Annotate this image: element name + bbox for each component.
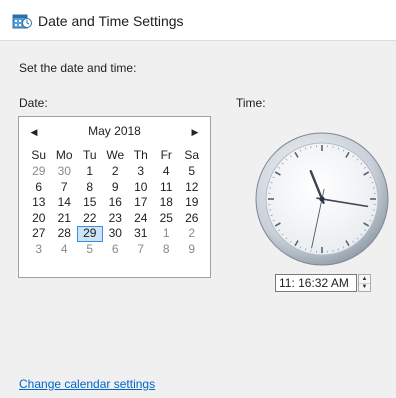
calendar-day[interactable]: 8	[154, 242, 180, 258]
calendar: ◀ May 2018 ▶ Su Mo Tu We Th Fr Sa 29 30 1 2…	[18, 116, 211, 278]
calendar-day[interactable]: 20	[26, 211, 52, 227]
calendar-day[interactable]: 8	[77, 180, 103, 196]
calendar-day-grid: 29 30 1 2 3 4 5 6 7 8 9 10 11 12 13 14 15 16 17 18 19 20 21 22 2…	[26, 164, 205, 257]
calendar-day[interactable]: 4	[154, 164, 180, 180]
calendar-day[interactable]: 6	[103, 242, 129, 258]
calendar-day[interactable]: 6	[26, 180, 52, 196]
calendar-day[interactable]: 9	[179, 242, 205, 258]
calendar-day[interactable]: 16	[103, 195, 129, 211]
calendar-day[interactable]: 30	[52, 164, 78, 180]
calendar-day[interactable]: 23	[103, 211, 129, 227]
date-label: Date:	[19, 96, 48, 110]
date-time-settings-icon	[12, 14, 32, 29]
calendar-day[interactable]: 26	[179, 211, 205, 227]
weekday-label: Su	[31, 148, 47, 162]
spin-down-icon[interactable]: ▼	[359, 283, 370, 291]
calendar-day[interactable]: 25	[154, 211, 180, 227]
window-title: Date and Time Settings	[38, 13, 184, 29]
calendar-header: ◀ May 2018 ▶	[19, 123, 210, 143]
calendar-week-row: 13 14 15 16 17 18 19	[26, 195, 205, 211]
weekday-label: Th	[133, 148, 148, 162]
weekday-label: We	[106, 148, 125, 162]
calendar-day[interactable]: 29	[26, 164, 52, 180]
calendar-week-row: 29 30 1 2 3 4 5	[26, 164, 205, 180]
weekday-label: Tu	[82, 148, 97, 162]
calendar-day-selected[interactable]: 29	[77, 226, 103, 242]
calendar-day[interactable]: 2	[103, 164, 129, 180]
calendar-day[interactable]: 18	[154, 195, 180, 211]
weekday-label: Fr	[160, 148, 172, 162]
calendar-day[interactable]: 1	[154, 226, 180, 242]
calendar-day[interactable]: 22	[77, 211, 103, 227]
set-date-time-prompt: Set the date and time:	[19, 61, 137, 75]
title-bar: Date and Time Settings	[0, 0, 396, 41]
calendar-day[interactable]: 15	[77, 195, 103, 211]
time-input[interactable]: 11: 16:32 AM	[275, 274, 357, 292]
analog-clock	[255, 132, 389, 266]
calendar-day[interactable]: 4	[52, 242, 78, 258]
calendar-day[interactable]: 11	[154, 180, 180, 196]
time-spinner: ▲ ▼	[358, 274, 371, 292]
calendar-day[interactable]: 28	[52, 226, 78, 242]
calendar-week-row: 20 21 22 23 24 25 26	[26, 211, 205, 227]
calendar-day[interactable]: 7	[128, 242, 154, 258]
calendar-day[interactable]: 5	[179, 164, 205, 180]
calendar-day[interactable]: 19	[179, 195, 205, 211]
calendar-day[interactable]: 7	[52, 180, 78, 196]
clock-center-pin	[319, 196, 325, 202]
calendar-day[interactable]: 14	[52, 195, 78, 211]
time-label: Time:	[236, 96, 266, 110]
weekday-label: Sa	[184, 148, 200, 162]
calendar-day[interactable]: 13	[26, 195, 52, 211]
calendar-week-row: 27 28 29 30 31 1 2	[26, 226, 205, 242]
calendar-day[interactable]: 1	[77, 164, 103, 180]
calendar-day[interactable]: 24	[128, 211, 154, 227]
calendar-day[interactable]: 12	[179, 180, 205, 196]
chevron-right-icon[interactable]: ▶	[188, 125, 202, 139]
settings-panel: Set the date and time: Date: Time: ◀ May…	[0, 41, 396, 398]
weekday-header-row: Su Mo Tu We Th Fr Sa	[26, 148, 205, 162]
calendar-day[interactable]: 3	[128, 164, 154, 180]
calendar-day[interactable]: 27	[26, 226, 52, 242]
calendar-day[interactable]: 10	[128, 180, 154, 196]
month-title[interactable]: May 2018	[19, 124, 210, 138]
calendar-day[interactable]: 21	[52, 211, 78, 227]
calendar-day[interactable]: 3	[26, 242, 52, 258]
calendar-day[interactable]: 17	[128, 195, 154, 211]
calendar-day[interactable]: 9	[103, 180, 129, 196]
calendar-week-row: 3456789	[26, 242, 205, 258]
change-calendar-settings-link[interactable]: Change calendar settings	[19, 377, 155, 391]
calendar-week-row: 6 7 8 9 10 11 12	[26, 180, 205, 196]
calendar-day[interactable]: 30	[103, 226, 129, 242]
calendar-day[interactable]: 2	[179, 226, 205, 242]
calendar-day[interactable]: 5	[77, 242, 103, 258]
weekday-label: Mo	[55, 148, 73, 162]
calendar-day[interactable]: 31	[128, 226, 154, 242]
